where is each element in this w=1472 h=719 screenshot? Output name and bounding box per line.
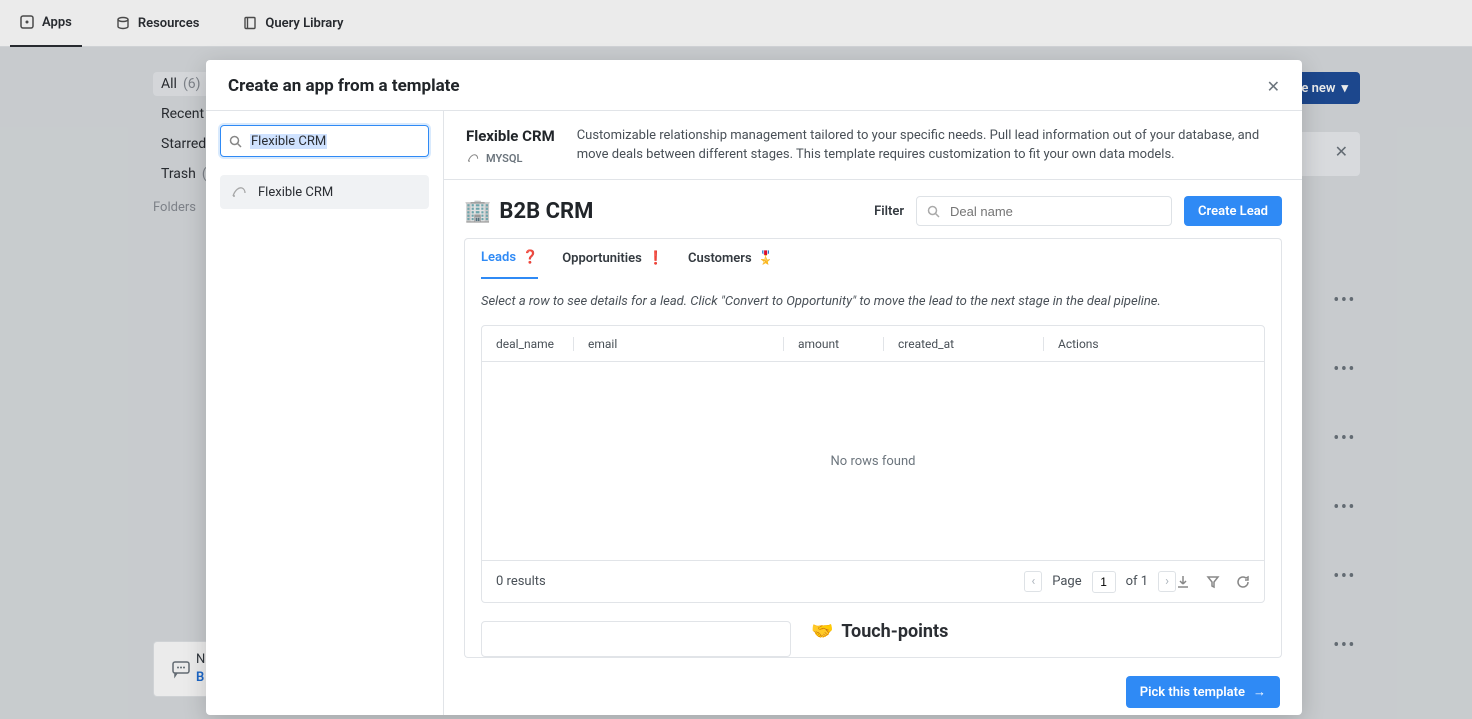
tab-label: Opportunities [562,251,642,266]
deal-filter-input[interactable] [916,196,1172,226]
search-input[interactable] [335,134,420,149]
modal-title: Create an app from a template [228,76,460,96]
page-of-label: of 1 [1126,574,1148,589]
create-lead-button[interactable]: Create Lead [1184,196,1282,226]
arrow-right-icon: → [1253,684,1266,700]
modal-header: Create an app from a template ✕ [206,60,1302,110]
template-db-badge: MYSQL [466,151,555,165]
building-icon: 🏢 [464,199,491,224]
search-input-text: Flexible CRM [250,134,327,149]
template-item-label: Flexible CRM [258,185,333,200]
exclamation-icon: ❗ [648,251,664,266]
template-modal: Create an app from a template ✕ Flexible… [206,60,1302,715]
deal-filter-field[interactable] [948,203,1161,220]
preview-app-title: 🏢 B2B CRM [464,199,593,224]
tab-label: Leads [481,250,516,265]
handshake-icon: 🤝 [811,621,833,642]
preview-panel: Select a row to see details for a lead. … [464,278,1282,658]
close-icon[interactable]: ✕ [1267,77,1280,96]
template-detail-header: Flexible CRM MYSQL Customizable relation… [444,111,1302,180]
template-name: Flexible CRM [466,127,555,145]
medal-icon: 🎖️ [758,251,774,266]
touchpoints-row: 🤝 Touch-points [481,621,1265,657]
col-created-at[interactable]: created_at [884,337,1044,351]
search-icon [229,135,242,148]
table-footer: 0 results ‹ Page of 1 › [482,560,1264,602]
filter-icon[interactable] [1206,575,1220,589]
page-label: Page [1052,574,1081,589]
tab-opportunities[interactable]: Opportunities ❗ [562,239,664,279]
panel-hint: Select a row to see details for a lead. … [481,294,1265,309]
mysql-icon [466,151,480,165]
col-deal-name[interactable]: deal_name [482,337,574,351]
preview-tabs: Leads ❓ Opportunities ❗ Customers 🎖️ [464,238,1282,278]
page-prev-icon[interactable]: ‹ [1024,571,1042,592]
preview-titlebar: 🏢 B2B CRM Filter [464,196,1282,226]
pager: ‹ Page of 1 › [1024,571,1176,593]
template-preview[interactable]: 🏢 B2B CRM Filter [444,180,1302,669]
template-search[interactable]: Flexible CRM [220,125,429,157]
tab-leads[interactable]: Leads ❓ [481,239,538,279]
question-icon: ❓ [522,250,538,265]
pick-template-button[interactable]: Pick this template → [1126,676,1280,708]
filter-label: Filter [874,204,904,219]
page-next-icon[interactable]: › [1158,571,1176,592]
col-actions: Actions [1044,337,1264,351]
template-item-flexible-crm[interactable]: Flexible CRM [220,175,429,209]
app-title-text: B2B CRM [499,199,593,224]
modal-footer: Pick this template → [444,669,1302,715]
leads-table: deal_name email amount created_at Action… [481,325,1265,603]
search-icon [927,205,940,218]
mysql-icon [230,183,248,201]
db-label: MYSQL [486,152,522,165]
template-list-pane: Flexible CRM Flexible CRM [206,111,444,715]
template-description: Customizable relationship management tai… [577,127,1280,165]
results-count: 0 results [496,574,1024,589]
page-input[interactable] [1092,571,1116,593]
no-rows-message: No rows found [482,362,1264,560]
create-lead-label: Create Lead [1198,204,1268,219]
table-tool-icons [1176,575,1250,589]
table-header: deal_name email amount created_at Action… [482,326,1264,362]
col-email[interactable]: email [574,337,784,351]
template-detail-pane: Flexible CRM MYSQL Customizable relation… [444,111,1302,715]
touchpoints-title: 🤝 Touch-points [811,621,948,642]
refresh-icon[interactable] [1236,575,1250,589]
col-amount[interactable]: amount [784,337,884,351]
pick-template-label: Pick this template [1140,685,1245,700]
tab-label: Customers [688,251,752,266]
touchpoint-card[interactable] [481,621,791,657]
touchpoints-label: Touch-points [841,621,948,642]
download-icon[interactable] [1176,575,1190,589]
tab-customers[interactable]: Customers 🎖️ [688,239,774,279]
preview-toolbar: Filter Create Lead [874,196,1282,226]
